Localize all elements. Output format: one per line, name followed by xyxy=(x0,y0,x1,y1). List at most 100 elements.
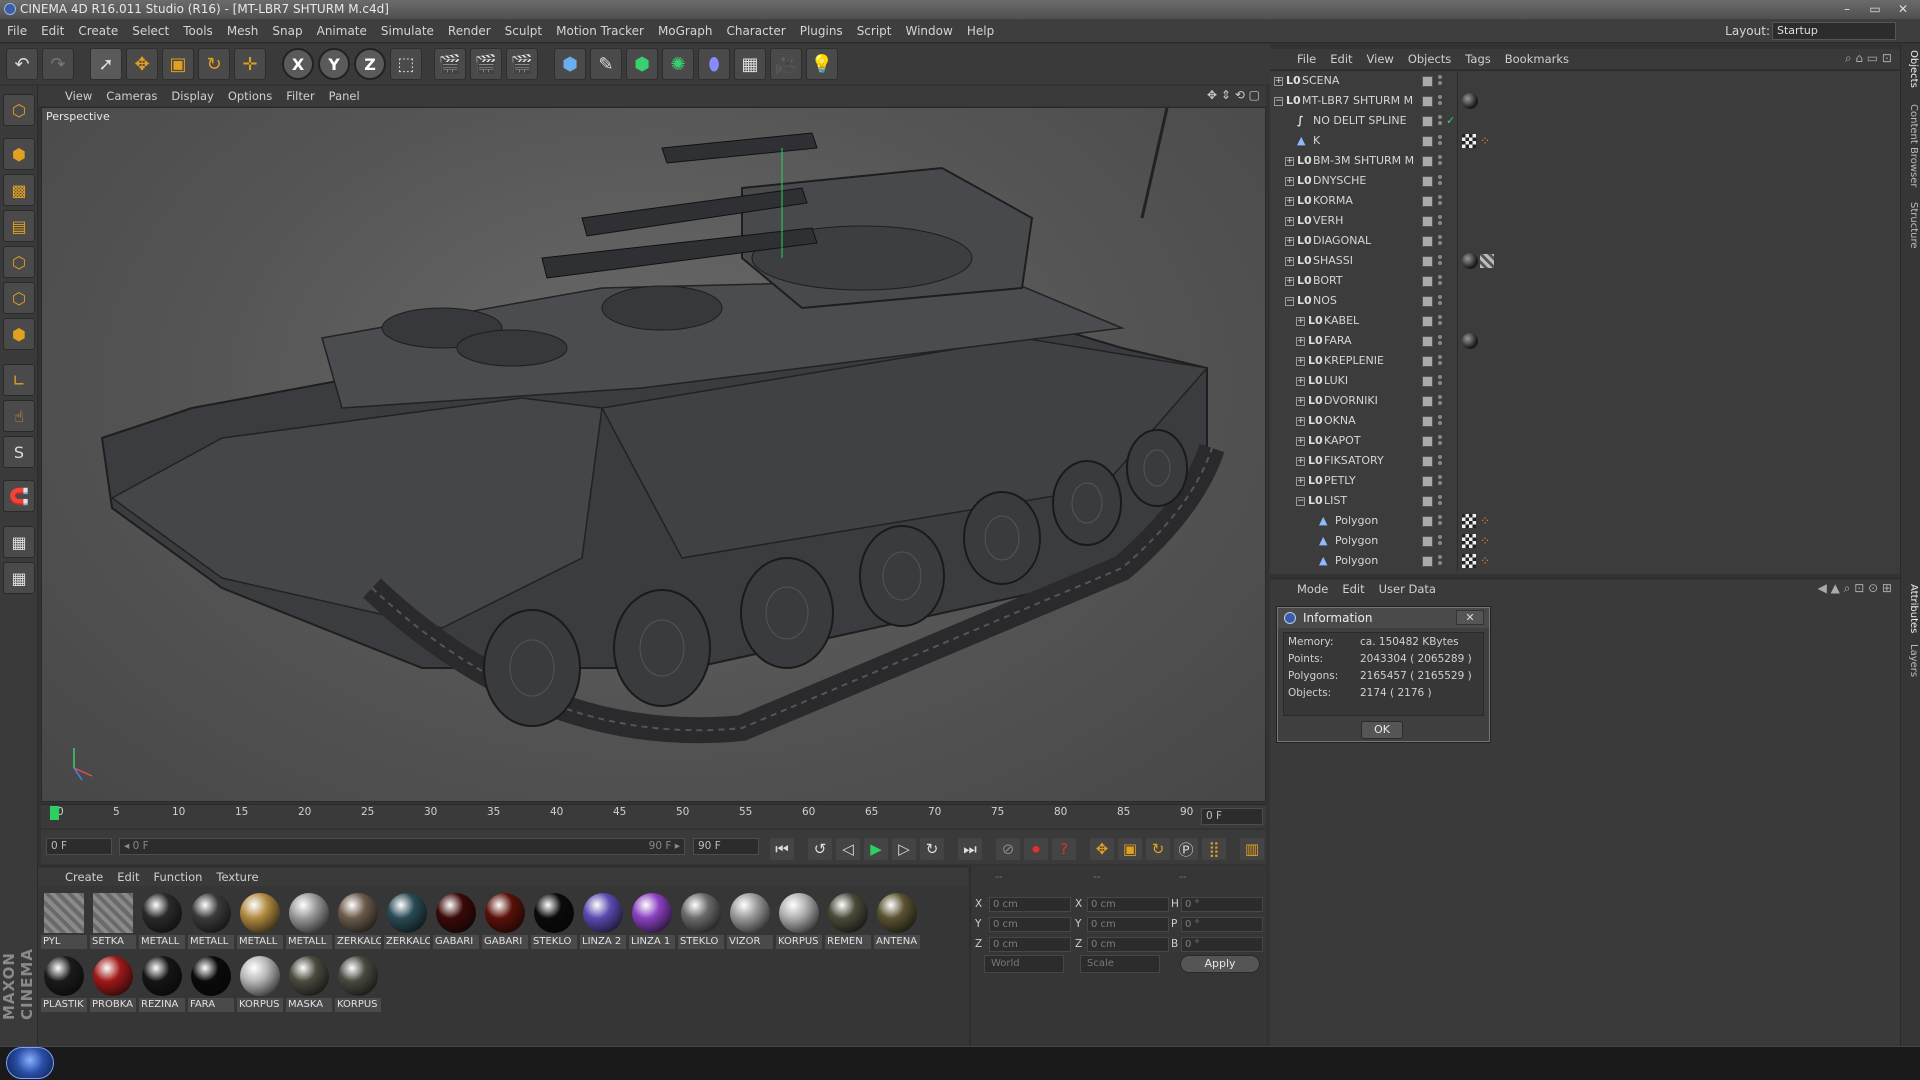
collapse-icon[interactable]: − xyxy=(1274,97,1283,106)
layer-toggle-icon[interactable] xyxy=(1422,416,1433,427)
selection-tag-icon[interactable]: ⁘ xyxy=(1480,514,1494,528)
material-swatch[interactable]: ANTENA xyxy=(874,890,920,952)
expand-icon[interactable]: + xyxy=(1296,397,1305,406)
make-editable-icon[interactable]: ⬡ xyxy=(3,94,35,126)
visibility-dots-icon[interactable] xyxy=(1438,375,1442,387)
visibility-dots-icon[interactable] xyxy=(1438,275,1442,287)
am-menu-user-data[interactable]: User Data xyxy=(1372,579,1443,599)
om-menu-bookmarks[interactable]: Bookmarks xyxy=(1498,49,1576,69)
object-row[interactable]: + L0 VERH xyxy=(1270,211,1900,231)
position-x-field[interactable]: 0 cm xyxy=(989,897,1071,912)
polygons-mode-icon[interactable]: ⬢ xyxy=(3,318,35,350)
tab-objects[interactable]: Objects xyxy=(1903,50,1919,88)
expand-icon[interactable]: + xyxy=(1285,177,1294,186)
layer-toggle-icon[interactable] xyxy=(1422,436,1433,447)
visibility-dots-icon[interactable] xyxy=(1438,435,1442,447)
menu-script[interactable]: Script xyxy=(850,19,899,43)
layer-toggle-icon[interactable] xyxy=(1422,556,1433,567)
scale-icon[interactable]: ▣ xyxy=(162,48,194,80)
material-swatch[interactable]: LINZA 1 xyxy=(629,890,675,952)
material-swatch[interactable]: ZERKALO xyxy=(335,890,381,952)
viewport-menu-view[interactable]: View xyxy=(58,86,99,106)
model-mode-icon[interactable]: ⬢ xyxy=(3,138,35,170)
menu-tools[interactable]: Tools xyxy=(176,19,220,43)
object-row[interactable]: + L0 FARA xyxy=(1270,331,1900,351)
menu-select[interactable]: Select xyxy=(125,19,176,43)
menu-simulate[interactable]: Simulate xyxy=(374,19,441,43)
y-axis-lock-icon[interactable]: Y xyxy=(318,48,350,80)
object-row[interactable]: + L0 KABEL xyxy=(1270,311,1900,331)
material-swatch[interactable]: LINZA 2 xyxy=(580,890,626,952)
material-swatch[interactable]: GABARI xyxy=(482,890,528,952)
am-menu-mode[interactable]: Mode xyxy=(1290,579,1335,599)
visibility-dots-icon[interactable] xyxy=(1438,235,1442,247)
layer-toggle-icon[interactable] xyxy=(1422,156,1433,167)
collapse-icon[interactable]: − xyxy=(1285,297,1294,306)
layer-toggle-icon[interactable] xyxy=(1422,316,1433,327)
visibility-dots-icon[interactable] xyxy=(1438,355,1442,367)
menu-sculpt[interactable]: Sculpt xyxy=(498,19,549,43)
object-row[interactable]: + L0 KAPOT xyxy=(1270,431,1900,451)
dialog-close-button[interactable]: ✕ xyxy=(1456,610,1484,625)
go-to-start-icon[interactable]: ⏮ xyxy=(770,838,794,860)
material-swatch[interactable]: KORPUS xyxy=(335,953,381,1015)
material-swatch[interactable]: PYL xyxy=(41,890,87,952)
object-row[interactable]: + L0 FIKSATORY xyxy=(1270,451,1900,471)
viewport-menu-filter[interactable]: Filter xyxy=(279,86,321,106)
material-swatch[interactable]: KORPUS xyxy=(237,953,283,1015)
material-swatch[interactable]: MASKA xyxy=(286,953,332,1015)
layer-toggle-icon[interactable] xyxy=(1422,356,1433,367)
visibility-dots-icon[interactable] xyxy=(1438,495,1442,507)
key-point-level-icon[interactable]: ⣿ xyxy=(1202,838,1226,860)
material-menu-create[interactable]: Create xyxy=(58,867,110,887)
object-row[interactable]: + L0 KREPLENIE xyxy=(1270,351,1900,371)
object-row[interactable]: ▲ Polygon ⁘ xyxy=(1270,511,1900,531)
go-to-previous-key-icon[interactable]: ↺ xyxy=(808,838,832,860)
key-scale-icon[interactable]: ▣ xyxy=(1118,838,1142,860)
texture-tag-icon[interactable] xyxy=(1462,554,1476,568)
object-row[interactable]: + L0 DIAGONAL xyxy=(1270,231,1900,251)
pen-spline-icon[interactable]: ✎ xyxy=(590,48,622,80)
menu-motion-tracker[interactable]: Motion Tracker xyxy=(549,19,651,43)
next-frame-icon[interactable]: ▷ xyxy=(892,838,916,860)
end-frame-field[interactable]: 90 F xyxy=(693,838,759,855)
apply-button[interactable]: Apply xyxy=(1180,955,1260,973)
layer-toggle-icon[interactable] xyxy=(1422,176,1433,187)
object-row[interactable]: + L0 PETLY xyxy=(1270,471,1900,491)
render-view-icon[interactable]: 🎬 xyxy=(434,48,466,80)
coordinate-system-icon[interactable]: ⬚ xyxy=(390,48,422,80)
menu-animate[interactable]: Animate xyxy=(310,19,374,43)
expand-icon[interactable]: + xyxy=(1296,457,1305,466)
close-window-button[interactable]: ✕ xyxy=(1890,1,1916,17)
expand-icon[interactable]: + xyxy=(1285,197,1294,206)
layer-toggle-icon[interactable] xyxy=(1422,96,1433,107)
visibility-dots-icon[interactable] xyxy=(1438,255,1442,267)
enabled-checkmark-icon[interactable]: ✓ xyxy=(1446,111,1455,131)
material-tag-icon[interactable] xyxy=(1462,93,1478,109)
layer-toggle-icon[interactable] xyxy=(1422,296,1433,307)
menu-render[interactable]: Render xyxy=(441,19,498,43)
layer-toggle-icon[interactable] xyxy=(1422,136,1433,147)
layer-toggle-icon[interactable] xyxy=(1422,256,1433,267)
visibility-dots-icon[interactable] xyxy=(1438,335,1442,347)
material-swatch[interactable]: GABARI xyxy=(433,890,479,952)
visibility-dots-icon[interactable] xyxy=(1438,75,1442,87)
expand-icon[interactable]: + xyxy=(1285,257,1294,266)
material-menu-texture[interactable]: Texture xyxy=(209,867,265,887)
layer-toggle-icon[interactable] xyxy=(1422,476,1433,487)
viewport-menu-cameras[interactable]: Cameras xyxy=(99,86,164,106)
timeline-window-icon[interactable]: ▥ xyxy=(1240,838,1264,860)
expand-icon[interactable]: + xyxy=(1296,317,1305,326)
menu-snap[interactable]: Snap xyxy=(265,19,309,43)
expand-icon[interactable]: + xyxy=(1296,357,1305,366)
timeline-ruler[interactable]: 0 5 10 15 20 25 30 35 40 45 50 55 60 65 … xyxy=(41,804,1266,828)
start-frame-field[interactable]: 0 F xyxy=(46,838,112,855)
visibility-dots-icon[interactable] xyxy=(1438,555,1442,567)
timeline-playhead[interactable] xyxy=(50,806,59,820)
layer-toggle-icon[interactable] xyxy=(1422,276,1433,287)
layer-toggle-icon[interactable] xyxy=(1422,516,1433,527)
material-swatch[interactable]: SETKA xyxy=(90,890,136,952)
tab-attributes[interactable]: Attributes xyxy=(1903,584,1919,633)
key-rotation-icon[interactable]: ↻ xyxy=(1146,838,1170,860)
play-icon[interactable]: ▶ xyxy=(864,838,888,860)
